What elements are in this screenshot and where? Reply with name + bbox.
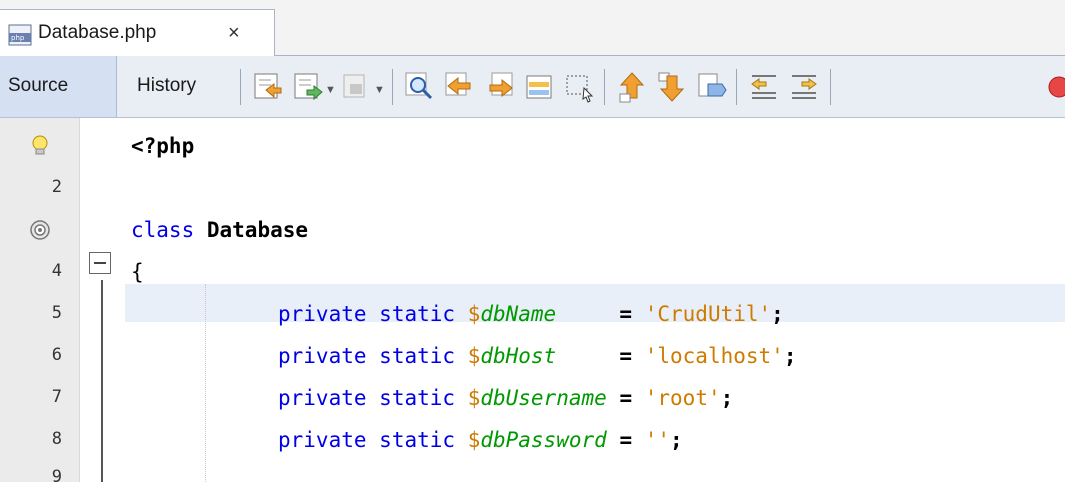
history-label: History: [137, 75, 197, 96]
find-next-icon[interactable]: [484, 70, 516, 104]
private-keyword: private: [278, 428, 367, 452]
open-brace: {: [131, 260, 144, 284]
dollar-sign: $: [467, 386, 481, 410]
start-macro-icon[interactable]: [1043, 70, 1065, 104]
tab-database-php[interactable]: php Database.php ×: [0, 9, 275, 56]
shift-line-left-icon[interactable]: [748, 70, 780, 104]
line-number: 7: [51, 387, 62, 407]
code-line-5: private static $dbName = 'CrudUtil';: [278, 301, 784, 327]
editor-tab-strip: php Database.php ×: [0, 0, 1065, 56]
indent-guide: [205, 284, 206, 482]
code-line-8: private static $dbPassword = '';: [278, 427, 683, 453]
dollar-sign: $: [467, 428, 481, 452]
find-selection-icon[interactable]: [404, 70, 436, 104]
tab-close-button[interactable]: ×: [228, 20, 240, 46]
static-keyword: static: [379, 344, 456, 368]
semicolon: ;: [670, 428, 683, 452]
dollar-sign: $: [467, 344, 481, 368]
line-number: 4: [51, 261, 62, 281]
line-number: 2: [51, 177, 62, 197]
forward-dropdown-icon[interactable]: ▼: [325, 84, 336, 96]
shift-line-right-icon[interactable]: [788, 70, 820, 104]
php-open-tag: <?php: [131, 134, 195, 158]
code-line-4: {: [131, 259, 144, 285]
equals-operator: =: [619, 302, 633, 326]
line-number: 9: [51, 467, 62, 487]
editor-toolbar: Source History ▼ ▼: [0, 56, 1065, 118]
svg-text:php: php: [11, 34, 25, 42]
php-file-icon: php: [8, 24, 32, 46]
forward-edit-icon[interactable]: [292, 70, 324, 104]
back-to-last-edit-icon[interactable]: [252, 70, 284, 104]
source-label: Source: [8, 75, 69, 96]
variable-name: dbHost: [480, 344, 557, 368]
line-number: 6: [51, 345, 62, 365]
variable-name: dbUsername: [480, 386, 607, 410]
previous-occurrence-icon[interactable]: [616, 70, 648, 104]
lightbulb-icon[interactable]: [28, 134, 52, 158]
toggle-bookmark-icon[interactable]: [696, 70, 728, 104]
previous-bookmark-icon[interactable]: [340, 70, 372, 104]
code-line-1: <?php: [131, 133, 194, 159]
static-keyword: static: [379, 386, 456, 410]
fold-guide-line: [101, 280, 103, 482]
toolbar-separator: [604, 69, 605, 105]
string-literal: '': [644, 428, 671, 452]
static-keyword: static: [379, 302, 456, 326]
static-keyword: static: [379, 428, 456, 452]
toolbar-separator: [830, 69, 831, 105]
toggle-rectangular-selection-icon[interactable]: [564, 70, 596, 104]
string-literal: 'localhost': [644, 344, 784, 368]
history-view-button[interactable]: History: [117, 56, 235, 117]
semicolon: ;: [783, 344, 797, 368]
toolbar-separator: [392, 69, 393, 105]
semicolon: ;: [771, 302, 784, 326]
class-target-icon[interactable]: [28, 218, 52, 242]
private-keyword: private: [278, 344, 367, 368]
line-number: 5: [51, 303, 62, 323]
toolbar-separator: [240, 69, 241, 105]
equals-operator: =: [619, 428, 633, 452]
code-editor[interactable]: 2 4 5 6 7 8 9 <?php class Database { pri…: [0, 118, 1065, 487]
class-keyword: class: [131, 218, 195, 242]
equals-operator: =: [619, 344, 633, 368]
tab-title: Database.php: [38, 22, 157, 43]
semicolon: ;: [720, 386, 734, 410]
line-number-gutter: 2 4 5 6 7 8 9: [0, 118, 80, 487]
private-keyword: private: [278, 386, 367, 410]
variable-name: dbPassword: [480, 428, 607, 452]
equals-operator: =: [619, 386, 633, 410]
toggle-highlight-icon[interactable]: [524, 70, 556, 104]
source-view-button[interactable]: Source: [0, 56, 117, 117]
dollar-sign: $: [467, 302, 481, 326]
toolbar-separator: [736, 69, 737, 105]
string-literal: 'root': [644, 386, 721, 410]
string-literal: 'CrudUtil': [644, 302, 772, 326]
bookmark-dropdown-icon[interactable]: ▼: [374, 84, 385, 96]
class-name: Database: [206, 218, 309, 242]
code-line-3: class Database: [131, 217, 308, 243]
code-line-6: private static $dbHost = 'localhost';: [278, 343, 796, 369]
next-occurrence-icon[interactable]: [656, 70, 688, 104]
collapse-fold-icon[interactable]: [89, 252, 111, 274]
line-number: 8: [51, 429, 62, 449]
private-keyword: private: [278, 302, 367, 326]
code-line-7: private static $dbUsername = 'root';: [278, 385, 733, 411]
variable-name: dbName: [480, 302, 557, 326]
find-previous-icon[interactable]: [444, 70, 476, 104]
